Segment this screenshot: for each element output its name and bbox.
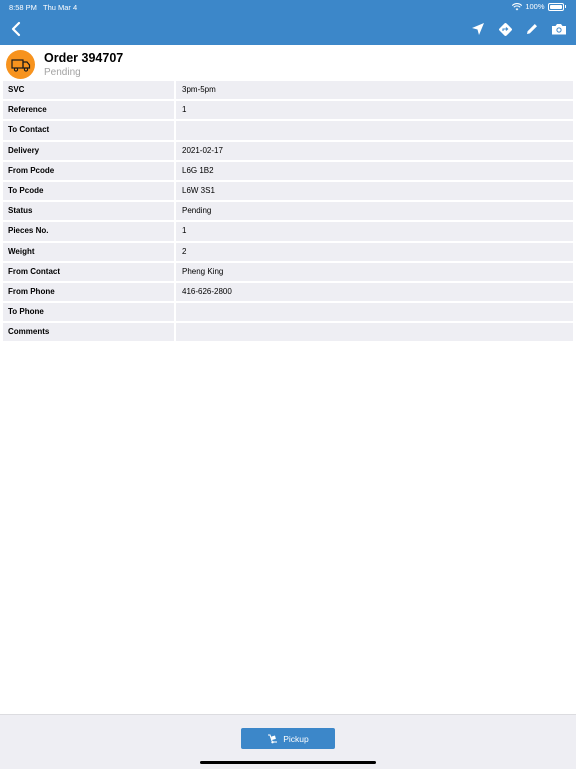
pickup-label: Pickup <box>283 733 309 744</box>
order-status: Pending <box>44 67 81 78</box>
detail-row: Status Pending <box>3 202 573 223</box>
detail-label: Delivery <box>3 141 174 162</box>
detail-value: 416-626-2800 <box>176 282 573 304</box>
app-header: 8:58 PM Thu Mar 4 100% <box>0 0 576 45</box>
home-indicator <box>200 761 376 764</box>
detail-label: Comments <box>3 323 174 344</box>
status-right: 100% <box>512 2 566 11</box>
battery-percent: 100% <box>525 2 545 11</box>
order-header: Order 394707 Pending <box>0 45 576 81</box>
order-avatar <box>6 50 35 79</box>
hand-truck-icon <box>268 733 278 743</box>
detail-value: Pheng King <box>176 262 573 283</box>
detail-value: 2 <box>176 242 573 263</box>
detail-label: To Pcode <box>3 181 174 203</box>
header-actions <box>469 20 568 38</box>
truck-icon <box>10 58 30 72</box>
pencil-icon <box>527 24 537 34</box>
detail-row: SVC 3pm-5pm <box>3 81 573 102</box>
detail-value: 2021-02-17 <box>176 141 573 162</box>
detail-label: From Phone <box>3 282 174 304</box>
detail-row: From Phone 416-626-2800 <box>3 282 573 304</box>
status-bar: 8:58 PM Thu Mar 4 100% <box>0 0 576 14</box>
directions-button[interactable] <box>496 20 514 38</box>
camera-button[interactable] <box>550 20 568 38</box>
detail-row: From Pcode L6G 1B2 <box>3 161 573 182</box>
status-time: 8:58 PM <box>9 3 37 12</box>
location-arrow-icon <box>472 23 484 35</box>
order-title: Order 394707 <box>44 51 124 65</box>
detail-value <box>176 303 573 324</box>
detail-row: Reference 1 <box>3 101 573 122</box>
detail-value <box>176 121 573 142</box>
detail-label: Reference <box>3 101 174 122</box>
detail-row: Comments <box>3 323 573 344</box>
detail-row: Pieces No. 1 <box>3 222 573 243</box>
directions-icon <box>498 22 512 36</box>
bottom-toolbar: Pickup <box>0 714 576 769</box>
detail-value: Pending <box>176 202 573 223</box>
order-details-table: SVC 3pm-5pm Reference 1 To Contact Delivery 20… <box>3 81 573 344</box>
battery-icon <box>547 2 564 11</box>
detail-row: From Contact Pheng King <box>3 262 573 283</box>
detail-value: 1 <box>176 222 573 243</box>
back-button[interactable] <box>8 20 26 38</box>
status-date: Thu Mar 4 <box>43 3 78 12</box>
detail-value <box>176 323 573 344</box>
detail-row: Weight 2 <box>3 242 573 263</box>
detail-row: To Contact <box>3 121 573 142</box>
detail-row: To Phone <box>3 303 573 324</box>
detail-label: SVC <box>3 81 174 102</box>
detail-row: Delivery 2021-02-17 <box>3 141 573 162</box>
detail-label: From Contact <box>3 262 174 283</box>
detail-label: Pieces No. <box>3 222 174 243</box>
detail-value: L6G 1B2 <box>176 161 573 182</box>
detail-value: 3pm-5pm <box>176 81 573 102</box>
detail-value: 1 <box>176 101 573 122</box>
chevron-left-icon <box>11 21 21 37</box>
camera-icon <box>552 24 566 35</box>
detail-row: To Pcode L6W 3S1 <box>3 181 573 203</box>
location-button[interactable] <box>469 20 487 38</box>
detail-label: To Phone <box>3 303 174 324</box>
detail-label: Status <box>3 202 174 223</box>
edit-button[interactable] <box>523 20 541 38</box>
pickup-button[interactable]: Pickup <box>241 728 335 749</box>
detail-label: To Contact <box>3 121 174 142</box>
detail-value: L6W 3S1 <box>176 181 573 203</box>
wifi-icon <box>512 2 523 10</box>
detail-label: Weight <box>3 242 174 263</box>
detail-label: From Pcode <box>3 161 174 182</box>
